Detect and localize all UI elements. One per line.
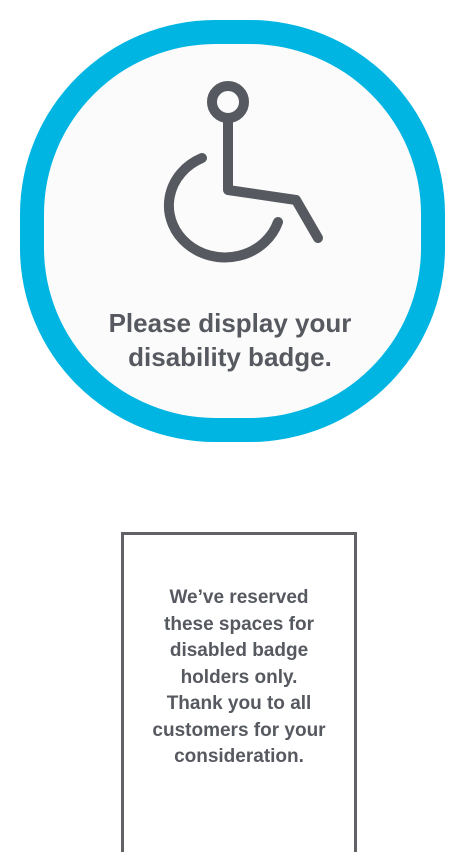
wheelchair-icon (163, 81, 323, 263)
notice-message: We’ve reserved these spaces for disabled… (152, 587, 326, 767)
badge-message: Please display your disability badge. (108, 308, 352, 372)
notice-card: We’ve reserved these spaces for disabled… (121, 532, 357, 852)
